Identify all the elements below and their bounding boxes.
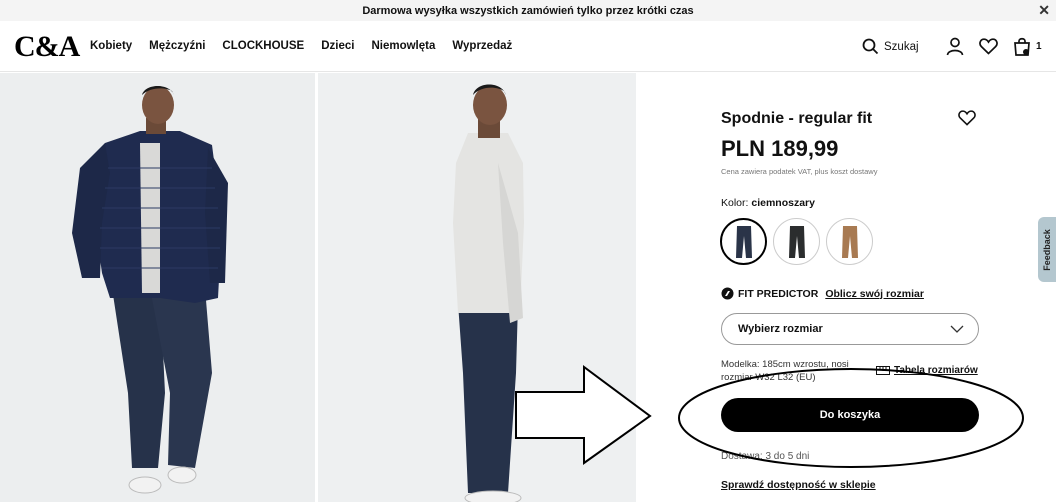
product-title: Spodnie - regular fit [721,110,873,127]
trousers-dark-grey-icon [788,225,805,258]
trousers-navy-icon [735,225,752,258]
add-to-cart-button[interactable]: Do koszyka [721,398,979,432]
nav-item-dzieci[interactable]: Dzieci [321,40,354,52]
brand-logo[interactable]: C&A [14,30,80,64]
size-table-link[interactable]: Tabela rozmiarów [876,365,978,376]
color-label: Kolor: ciemnoszary [721,197,815,209]
cart-icon[interactable] [1013,37,1031,56]
wishlist-heart-icon[interactable] [958,110,976,126]
model-front-illustration [72,86,228,494]
search-icon [862,38,879,55]
swatch-navy[interactable] [720,218,767,265]
fit-predictor-icon [721,287,734,300]
main-nav: Kobiety Mężczyźni CLOCKHOUSE Dzieci Niem… [90,40,512,52]
ruler-icon [876,366,890,375]
feedback-label: Feedback [1042,228,1052,271]
feedback-tab[interactable]: Feedback [1038,217,1056,282]
cart-count-badge: 1 [1036,41,1042,52]
color-name: ciemnoszary [751,197,815,209]
close-icon[interactable]: ✕ [1038,2,1050,19]
model-side-illustration [453,84,524,502]
product-price: PLN 189,99 [721,136,839,161]
search-label: Szukaj [884,40,919,53]
vat-note: Cena zawiera podatek VAT, plus koszt dos… [721,167,878,176]
nav-item-kobiety[interactable]: Kobiety [90,40,132,52]
chevron-down-icon [950,325,964,333]
promo-text: Darmowa wysyłka wszystkich zamówień tylk… [362,4,694,17]
nav-item-wyprzedaz[interactable]: Wyprzedaż [452,40,512,52]
swatch-dark-grey[interactable] [773,218,820,265]
nav-item-clockhouse[interactable]: CLOCKHOUSE [222,40,304,52]
color-prefix: Kolor: [721,197,749,209]
user-icon[interactable] [946,37,964,56]
nav-item-niemowleta[interactable]: Niemowlęta [371,40,435,52]
product-details-panel: Spodnie - regular fit PLN 189,99 Cena za… [636,73,1056,502]
heart-icon[interactable] [979,38,998,55]
delivery-info: Dostawa: 3 do 5 dni [721,451,810,462]
product-photo-side[interactable] [318,73,636,502]
model-info: Modelka: 185cm wzrostu, nosi rozmiar W32… [721,359,849,383]
fit-predictor: FIT PREDICTOR Oblicz swój rozmiar [721,287,924,300]
size-table-label: Tabela rozmiarów [894,365,978,376]
promo-banner: Darmowa wysyłka wszystkich zamówień tylk… [0,0,1056,21]
search-button[interactable]: Szukaj [862,38,919,55]
check-store-availability-link[interactable]: Sprawdź dostępność w sklepie [721,479,876,491]
trousers-beige-icon [841,225,858,258]
nav-item-mezczyzni[interactable]: Mężczyźni [149,40,205,52]
size-select-placeholder: Wybierz rozmiar [738,323,823,335]
site-header: C&A Kobiety Mężczyźni CLOCKHOUSE Dzieci … [0,21,1056,72]
size-select[interactable]: Wybierz rozmiar [721,313,979,345]
swatch-beige[interactable] [826,218,873,265]
fit-predictor-label: FIT PREDICTOR [738,287,819,300]
product-photo-front[interactable] [0,73,315,502]
calculate-size-link[interactable]: Oblicz swój rozmiar [825,288,924,300]
